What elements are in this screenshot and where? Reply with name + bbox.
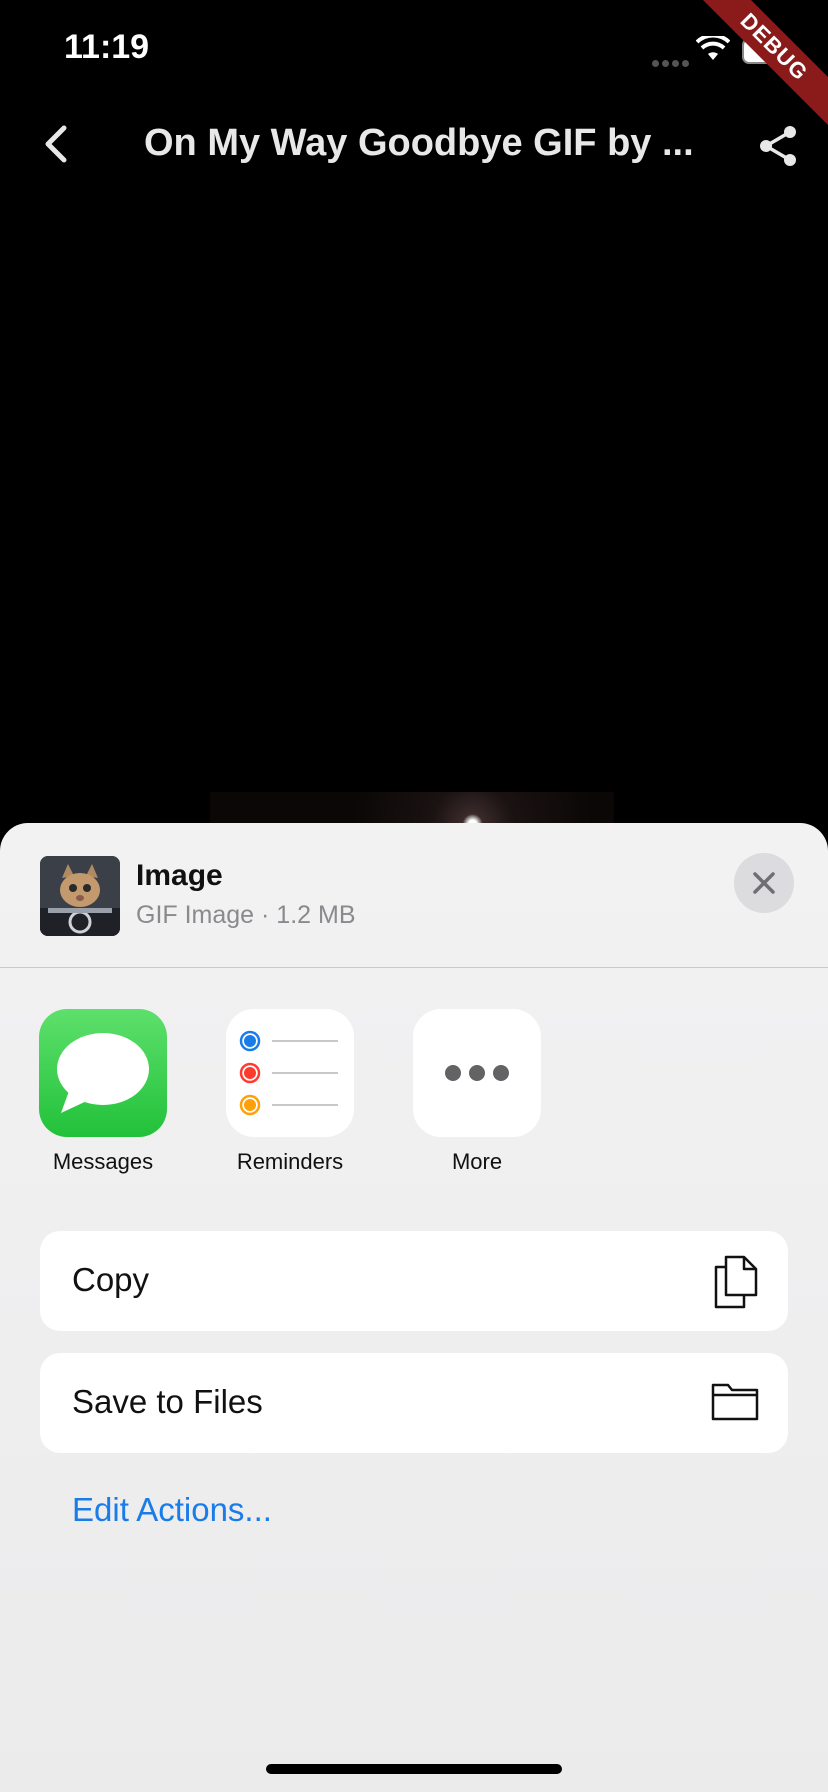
messages-icon xyxy=(39,1009,167,1137)
share-item-title: Image xyxy=(136,859,223,892)
close-icon xyxy=(753,872,775,894)
share-icon xyxy=(760,126,796,166)
share-app-label: More xyxy=(451,1149,503,1174)
reminders-icon xyxy=(226,1009,354,1137)
cat-thumbnail-icon xyxy=(40,856,120,936)
edit-actions-link[interactable]: Edit Actions... xyxy=(72,1491,272,1529)
home-indicator[interactable] xyxy=(266,1764,562,1774)
share-item-meta: GIF Image · 1.2 MB xyxy=(136,901,356,929)
gif-thumbnail xyxy=(40,856,120,936)
share-app-messages[interactable]: Messages xyxy=(9,1009,197,1175)
action-label: Copy xyxy=(72,1261,150,1298)
cellular-signal-icon xyxy=(652,54,692,67)
share-sheet-header: Image GIF Image · 1.2 MB xyxy=(0,823,828,968)
chevron-left-icon xyxy=(45,125,67,163)
folder-icon xyxy=(711,1383,759,1421)
copy-action[interactable]: Copy xyxy=(40,1231,788,1331)
share-button[interactable] xyxy=(756,124,804,172)
status-bar: 11:19 xyxy=(0,0,828,100)
share-app-label: Reminders xyxy=(236,1149,344,1174)
more-icon xyxy=(413,1009,541,1137)
status-time: 11:19 xyxy=(64,28,150,66)
action-label: Save to Files xyxy=(72,1383,263,1420)
wifi-icon xyxy=(696,36,730,60)
share-app-reminders[interactable]: Reminders xyxy=(196,1009,384,1175)
share-app-row: Messages Reminders More xyxy=(0,1009,828,1189)
close-button[interactable] xyxy=(734,853,794,913)
page-title: On My Way Goodbye GIF by ... xyxy=(144,122,694,164)
share-app-label: Messages xyxy=(52,1149,154,1174)
save-to-files-action[interactable]: Save to Files xyxy=(40,1353,788,1453)
share-app-more[interactable]: More xyxy=(383,1009,571,1175)
copy-icon xyxy=(714,1255,758,1309)
share-sheet: Image GIF Image · 1.2 MB Messages Remind… xyxy=(0,823,828,1792)
app-bar: On My Way Goodbye GIF by ... xyxy=(0,110,828,180)
back-button[interactable] xyxy=(34,120,82,168)
